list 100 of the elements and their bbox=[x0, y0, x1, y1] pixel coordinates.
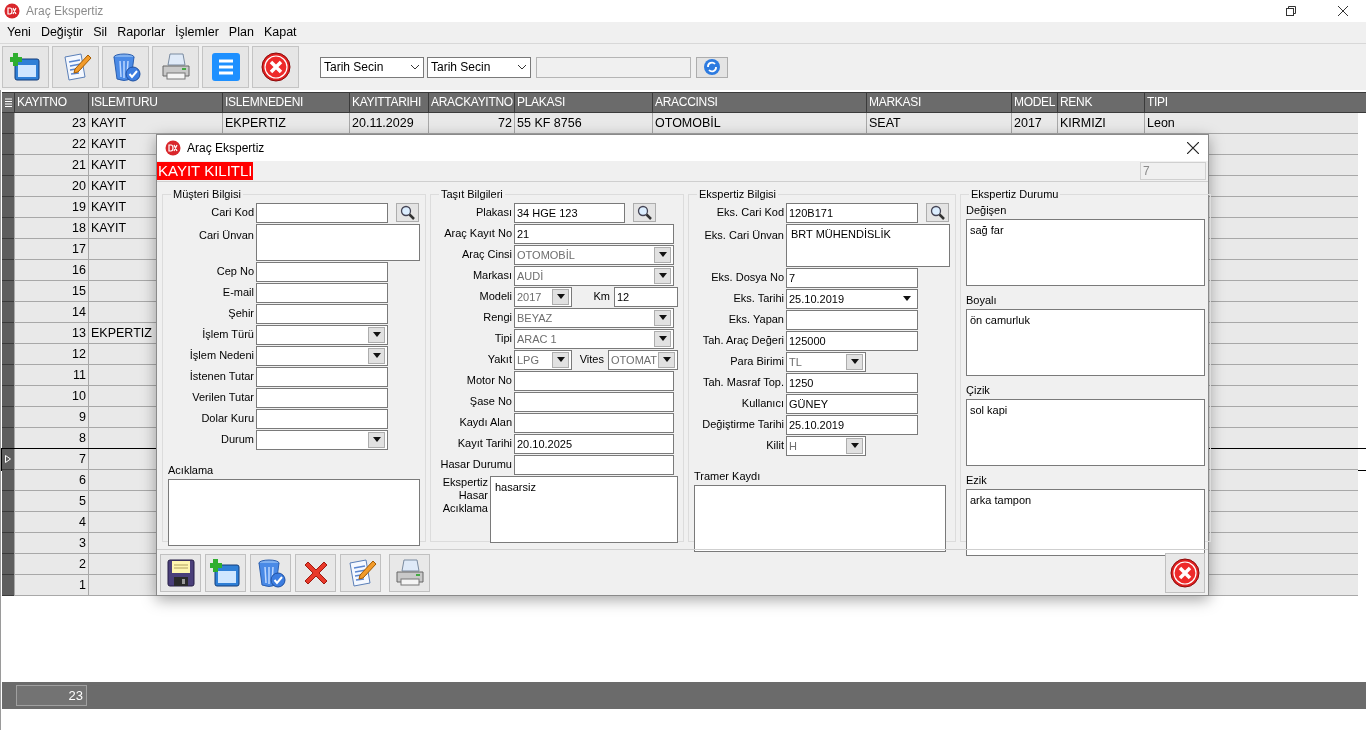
dropdown-field[interactable] bbox=[256, 324, 388, 345]
menu-item[interactable]: Değiştir bbox=[35, 23, 89, 42]
text-field[interactable]: 1250 bbox=[786, 372, 918, 393]
date-dropdown[interactable]: Tarih Secin bbox=[427, 56, 531, 78]
delete-button[interactable] bbox=[250, 553, 291, 592]
text-area[interactable]: sağ far bbox=[966, 218, 1205, 286]
column-header[interactable]: RENK bbox=[1057, 93, 1144, 112]
field-label: Ekspertiz Hasar Acıklama bbox=[441, 475, 488, 515]
text-area[interactable]: sol kapi bbox=[966, 398, 1205, 466]
dropdown-field[interactable]: 25.10.2019 bbox=[786, 288, 918, 309]
menu-item[interactable]: Yeni bbox=[2, 23, 36, 42]
new-button[interactable] bbox=[205, 553, 246, 592]
text-field[interactable] bbox=[256, 282, 388, 303]
text-area[interactable] bbox=[168, 478, 420, 546]
delete-button[interactable] bbox=[102, 46, 149, 88]
text-field[interactable]: 125000 bbox=[786, 330, 918, 351]
search-button[interactable] bbox=[633, 203, 656, 222]
text-field[interactable]: 25.10.2019 bbox=[786, 414, 918, 435]
field-label: Eks. Cari Ünvan bbox=[703, 227, 784, 243]
menu-item[interactable]: Plan bbox=[223, 23, 259, 42]
column-header[interactable]: KAYITNO bbox=[14, 93, 88, 112]
column-header[interactable]: MODEL bbox=[1011, 93, 1057, 112]
column-header[interactable]: TIPI bbox=[1144, 93, 1358, 112]
column-header[interactable]: ISLEMTURU bbox=[88, 93, 222, 112]
caret-icon bbox=[902, 296, 911, 301]
search-icon bbox=[929, 204, 946, 221]
field-label: Cep No bbox=[215, 264, 254, 280]
group-title: Taşıt Bilgileri bbox=[440, 187, 504, 202]
dropdown-field[interactable] bbox=[256, 429, 388, 450]
cancel-button[interactable] bbox=[295, 553, 336, 592]
text-field[interactable] bbox=[536, 56, 691, 78]
field-label: Araç Kayıt No bbox=[443, 226, 512, 242]
refresh-button[interactable] bbox=[696, 56, 728, 78]
text-area[interactable]: hasarsiz bbox=[490, 475, 678, 543]
text-field[interactable]: 12 bbox=[614, 286, 678, 307]
table-row[interactable]: 23 KAYIT EKPERTIZ 20.11.2029 72 55 KF 8756 OTOMOBİL SEAT 2017 KIRMIZI Leon bbox=[2, 113, 1366, 134]
text-field[interactable]: 7 bbox=[786, 267, 918, 288]
list-button[interactable] bbox=[202, 46, 249, 88]
text-field[interactable] bbox=[514, 391, 674, 412]
row-pointer-icon bbox=[5, 455, 11, 463]
close-icon bbox=[1169, 556, 1201, 589]
field-label: Durum bbox=[220, 432, 254, 448]
table-cell: 12 bbox=[14, 344, 88, 365]
table-cell: 7 bbox=[14, 449, 88, 470]
table-cell: 4 bbox=[14, 512, 88, 533]
field-label: Değişen bbox=[966, 202, 1008, 217]
column-header[interactable]: ARACKAYITNO bbox=[428, 93, 514, 112]
dropdown-field[interactable] bbox=[256, 345, 388, 366]
field-label: Çizik bbox=[966, 382, 991, 397]
text-area[interactable] bbox=[256, 223, 420, 261]
text-field[interactable] bbox=[514, 370, 674, 391]
text-field[interactable]: 120B171 bbox=[786, 202, 918, 223]
caret-icon bbox=[850, 359, 859, 364]
text-field[interactable] bbox=[256, 261, 388, 282]
edit-button[interactable] bbox=[52, 46, 99, 88]
text-field[interactable]: 34 HGE 123 bbox=[514, 202, 625, 223]
field-label: Eks. Yapan bbox=[727, 312, 784, 328]
table-cell: 2017 bbox=[1011, 113, 1057, 134]
caret-icon bbox=[556, 357, 565, 362]
text-field[interactable] bbox=[514, 454, 674, 475]
menu-item[interactable]: Kapat bbox=[258, 23, 302, 42]
table-cell: OTOMOBİL bbox=[652, 113, 866, 134]
search-button[interactable] bbox=[926, 203, 949, 222]
print-button[interactable] bbox=[389, 553, 430, 592]
text-area[interactable]: BRT MÜHENDİSLİK bbox=[786, 223, 950, 267]
text-area[interactable] bbox=[694, 484, 946, 552]
text-field[interactable] bbox=[256, 202, 388, 223]
text-field[interactable] bbox=[256, 408, 388, 429]
close-button[interactable] bbox=[1165, 552, 1205, 593]
text-field[interactable]: 21 bbox=[514, 223, 674, 244]
new-button[interactable] bbox=[2, 46, 49, 88]
printer-icon bbox=[159, 51, 192, 83]
edit-button[interactable] bbox=[340, 553, 381, 592]
text-field[interactable] bbox=[256, 303, 388, 324]
field-label: Ezik bbox=[966, 472, 988, 487]
column-header[interactable]: ISLEMNEDENI bbox=[222, 93, 349, 112]
date-dropdown[interactable]: Tarih Secin bbox=[320, 56, 424, 78]
column-header[interactable]: MARKASI bbox=[866, 93, 1011, 112]
menu-item[interactable]: Sil bbox=[88, 23, 113, 42]
column-header[interactable]: PLAKASI bbox=[514, 93, 652, 112]
text-field[interactable] bbox=[256, 387, 388, 408]
search-icon bbox=[636, 204, 653, 221]
text-area[interactable]: ön camurluk bbox=[966, 308, 1205, 376]
window-title: Araç Ekspertiz bbox=[26, 3, 104, 20]
text-field[interactable] bbox=[514, 412, 674, 433]
save-icon bbox=[164, 556, 197, 589]
save-button[interactable] bbox=[160, 553, 201, 592]
text-area[interactable]: arka tampon bbox=[966, 488, 1205, 556]
column-header[interactable]: ARACCINSI bbox=[652, 93, 866, 112]
print-button[interactable] bbox=[152, 46, 199, 88]
close-button[interactable] bbox=[252, 46, 299, 88]
table-cell: 55 KF 8756 bbox=[514, 113, 652, 134]
text-field[interactable] bbox=[786, 309, 918, 330]
text-field[interactable]: 20.10.2025 bbox=[514, 433, 674, 454]
column-header[interactable]: KAYITTARIHI bbox=[349, 93, 428, 112]
text-field[interactable]: GÜNEY bbox=[786, 393, 918, 414]
search-button[interactable] bbox=[396, 203, 419, 222]
menu-item[interactable]: Raporlar bbox=[112, 23, 171, 42]
text-field[interactable] bbox=[256, 366, 388, 387]
menu-item[interactable]: İşlemler bbox=[170, 23, 224, 42]
